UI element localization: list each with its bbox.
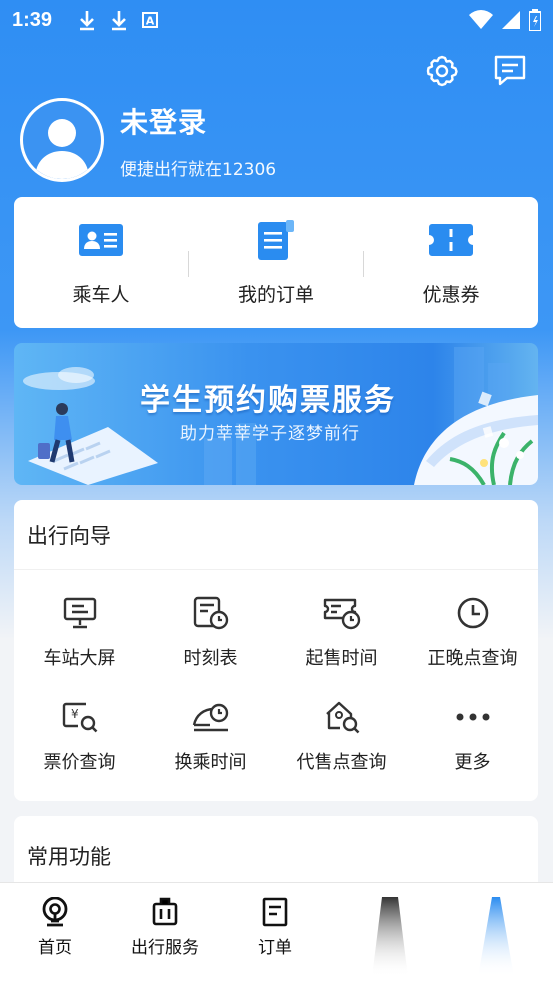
signal-icon [502,11,520,29]
agency-search-icon [325,701,359,734]
guide-label: 起售时间 [305,648,378,669]
profile-section[interactable]: 未登录 便捷出行就在12306 [20,98,276,182]
wifi-icon [469,10,493,29]
guide-station-screen[interactable]: 车站大屏 [14,594,145,698]
home-train-icon [42,897,68,927]
user-avatar-icon [35,119,89,179]
quick-link-label: 我的订单 [237,284,314,306]
quick-link-coupons[interactable]: 优惠券 [364,218,538,307]
nav-orders[interactable]: 订单 [220,883,330,984]
guide-label: 换乘时间 [174,752,247,773]
nav-label: 订单 [258,938,292,958]
nav-home[interactable]: 首页 [0,883,110,984]
banner-subtitle: 助力莘莘学子逐梦前行 [180,424,360,444]
clock-icon [457,597,488,629]
nav-travel-services[interactable]: 出行服务 [110,883,220,984]
quick-link-passengers[interactable]: 乘车人 [14,218,188,307]
nav-label: 出行服务 [131,938,199,958]
guide-label: 正晚点查询 [427,648,518,669]
bottom-nav: 首页 出行服务 订单 [0,882,553,984]
guide-timetable[interactable]: 时刻表 [145,594,276,698]
fare-search-icon: ¥ [62,702,97,733]
guide-agency-query[interactable]: 代售点查询 [276,698,407,802]
guide-sale-time[interactable]: 起售时间 [276,594,407,698]
status-time: 1:39 [12,8,53,31]
guide-transfer-time[interactable]: 换乘时间 [145,698,276,802]
luggage-icon [152,897,178,926]
order-doc-icon [262,897,288,927]
station-screen-icon [63,597,96,629]
nav-label: 首页 [38,938,72,958]
guide-more[interactable]: 更多 [407,698,538,802]
guide-fare-query[interactable]: ¥ 票价查询 [14,698,145,802]
more-dots-icon [456,713,489,721]
guide-label: 更多 [454,752,491,773]
login-status-title[interactable]: 未登录 [120,101,276,141]
passenger-card-icon [79,224,123,256]
guide-delay-query[interactable]: 正晚点查询 [407,594,538,698]
quick-link-orders[interactable]: 我的订单 [189,218,363,307]
quick-link-label: 乘车人 [72,284,130,306]
ticket-sale-time-icon [323,598,360,630]
coupon-icon [429,224,473,256]
transfer-time-icon [192,703,228,732]
download-icon [80,11,95,31]
status-bar: 1:39 A [0,0,553,40]
guide-label: 时刻表 [183,648,238,669]
timetable-icon [193,596,228,630]
guide-label: 代售点查询 [296,752,387,773]
text-a-icon: A [142,12,159,28]
travel-guide-card: 出行向导 车站大屏 时刻表 起售时间 正晚点查询 ¥ 票价查询 换乘时间 代售点… [14,500,538,801]
battery-icon [529,9,541,31]
quick-link-label: 优惠券 [422,284,480,306]
settings-button[interactable] [423,52,461,90]
guide-label: 票价查询 [43,752,116,773]
avatar[interactable] [20,98,104,182]
download-icon [112,11,127,31]
guide-label: 车站大屏 [43,648,116,669]
banner-title: 学生预约购票服务 [140,383,396,418]
order-list-icon [258,220,294,260]
nav-placeholder-dark [372,897,408,977]
quick-links-card: 乘车人 我的订单 优惠券 [14,197,538,328]
settings-icon [426,55,458,87]
svg-text:A: A [146,15,155,28]
svg-text:¥: ¥ [71,707,79,721]
header-actions [423,52,529,90]
message-icon [494,55,526,86]
messages-button[interactable] [491,52,529,90]
student-ticket-banner[interactable]: 学生预约购票服务 助力莘莘学子逐梦前行 [14,343,538,485]
travel-guide-title: 出行向导 [14,500,538,570]
login-status-subtitle: 便捷出行就在12306 [120,159,277,180]
nav-placeholder-blue [478,897,514,977]
